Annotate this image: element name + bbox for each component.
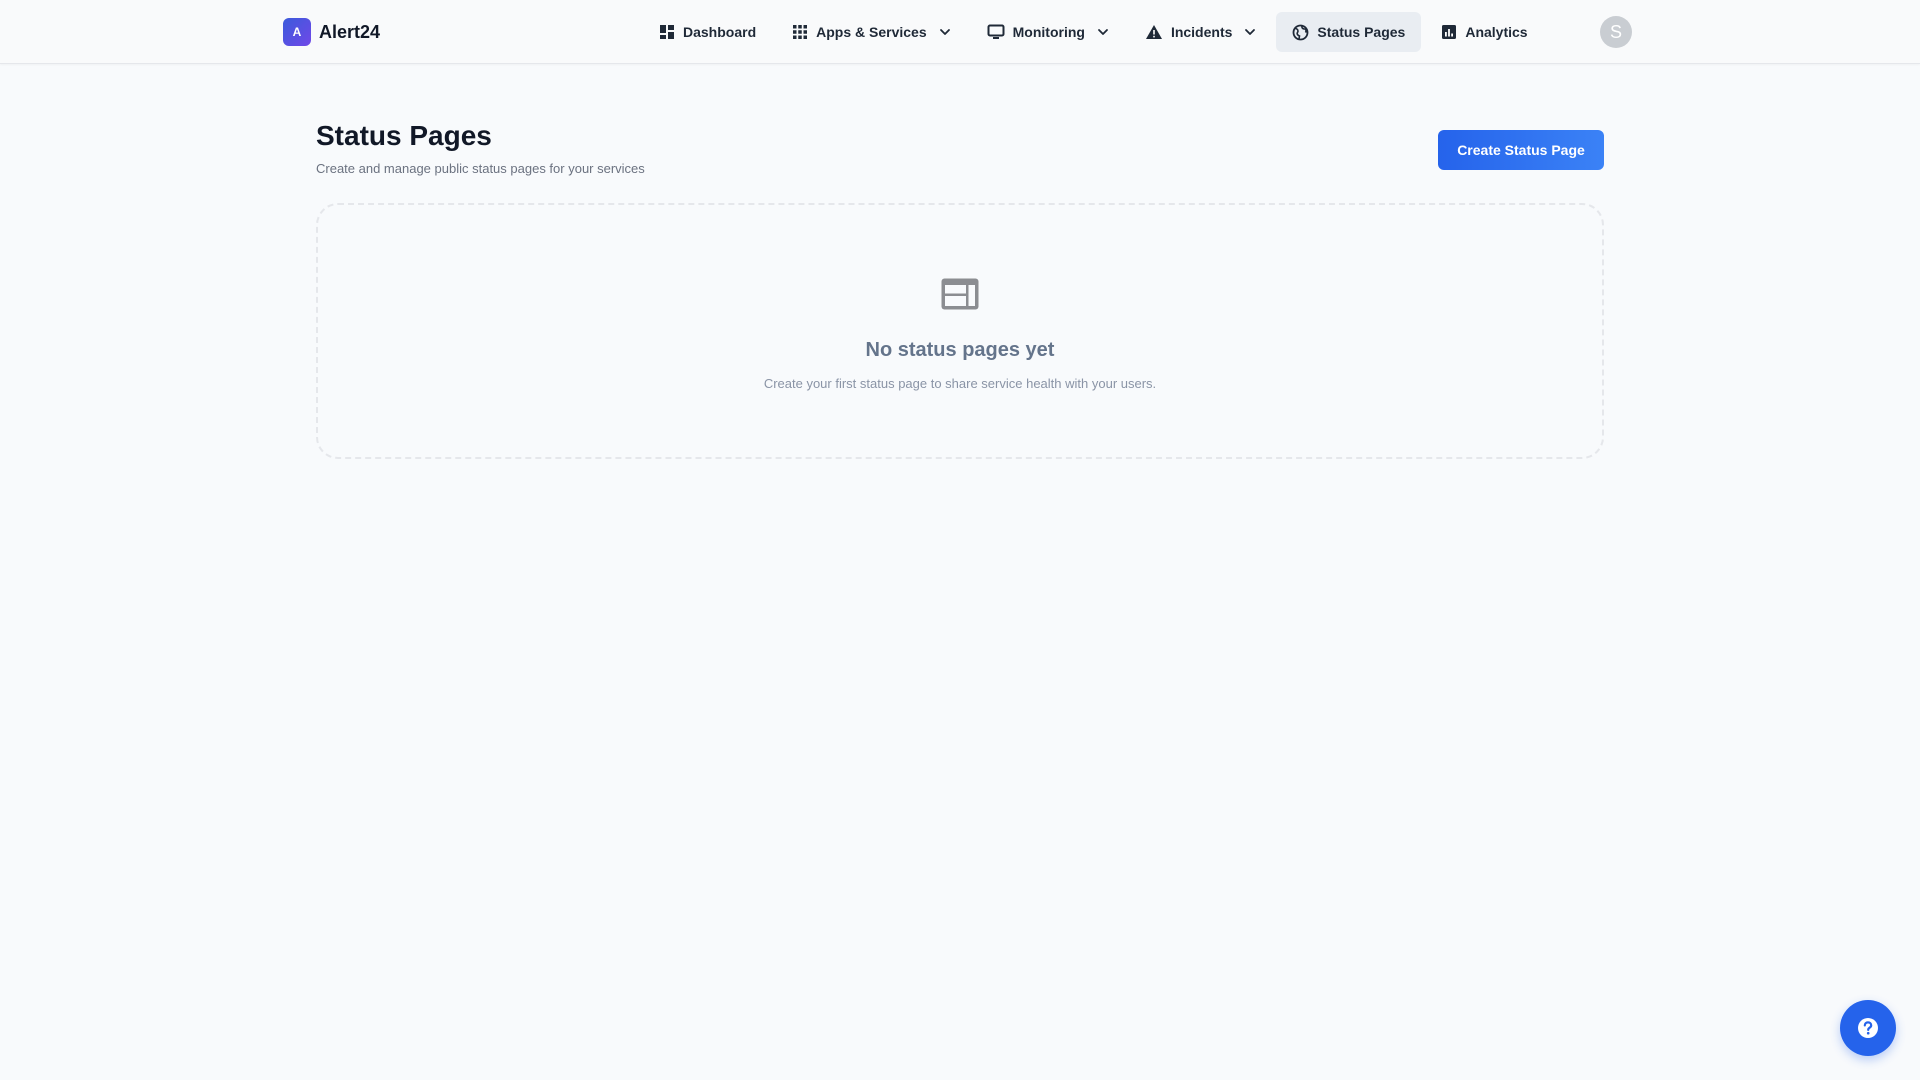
apps-grid-icon xyxy=(793,25,808,39)
page-title: Status Pages xyxy=(316,120,492,151)
nav-item-analytics[interactable]: Analytics xyxy=(1425,12,1543,52)
help-icon xyxy=(1858,1018,1878,1038)
nav-item-label: Monitoring xyxy=(1012,24,1085,40)
empty-state-title: No status pages yet xyxy=(865,339,1055,361)
nav-item-apps-services[interactable]: Apps & Services xyxy=(776,12,967,52)
chevron-down-icon xyxy=(1098,29,1108,35)
chevron-down-icon xyxy=(939,29,950,35)
empty-state-card: No status pages yet Create your first st… xyxy=(316,203,1604,459)
nav-item-label: Incidents xyxy=(1170,24,1233,40)
web-page-icon xyxy=(941,278,979,310)
user-avatar[interactable]: S xyxy=(1600,16,1632,48)
help-button[interactable] xyxy=(1840,1000,1896,1056)
page-subtitle: Create and manage public status pages fo… xyxy=(316,161,645,176)
empty-state-text: Create your first status page to share s… xyxy=(763,376,1157,391)
analytics-icon xyxy=(1442,25,1457,39)
create-status-page-button[interactable]: Create Status Page xyxy=(1438,130,1604,170)
nav-item-dashboard[interactable]: Dashboard xyxy=(643,12,772,52)
top-navigation-bar: A Alert24 Dashboard Apps & Services Moni… xyxy=(0,0,1920,64)
nav-item-label: Status Pages xyxy=(1317,24,1406,40)
dashboard-icon xyxy=(660,25,674,39)
main-nav: Dashboard Apps & Services Monitoring Inc… xyxy=(643,12,1544,52)
nav-item-status-pages[interactable]: Status Pages xyxy=(1276,12,1422,52)
nav-item-label: Dashboard xyxy=(683,24,757,40)
nav-item-incidents[interactable]: Incidents xyxy=(1129,12,1272,52)
nav-item-label: Apps & Services xyxy=(816,24,927,40)
brand[interactable]: A Alert24 xyxy=(283,17,380,47)
nav-item-label: Analytics xyxy=(1465,24,1528,40)
warning-icon xyxy=(1145,25,1162,39)
chevron-down-icon xyxy=(1245,29,1256,35)
nav-item-monitoring[interactable]: Monitoring xyxy=(971,12,1125,52)
monitor-icon xyxy=(987,24,1005,39)
app-name: Alert24 xyxy=(319,21,381,42)
app-logo: A xyxy=(283,18,311,46)
globe-icon xyxy=(1293,24,1309,40)
